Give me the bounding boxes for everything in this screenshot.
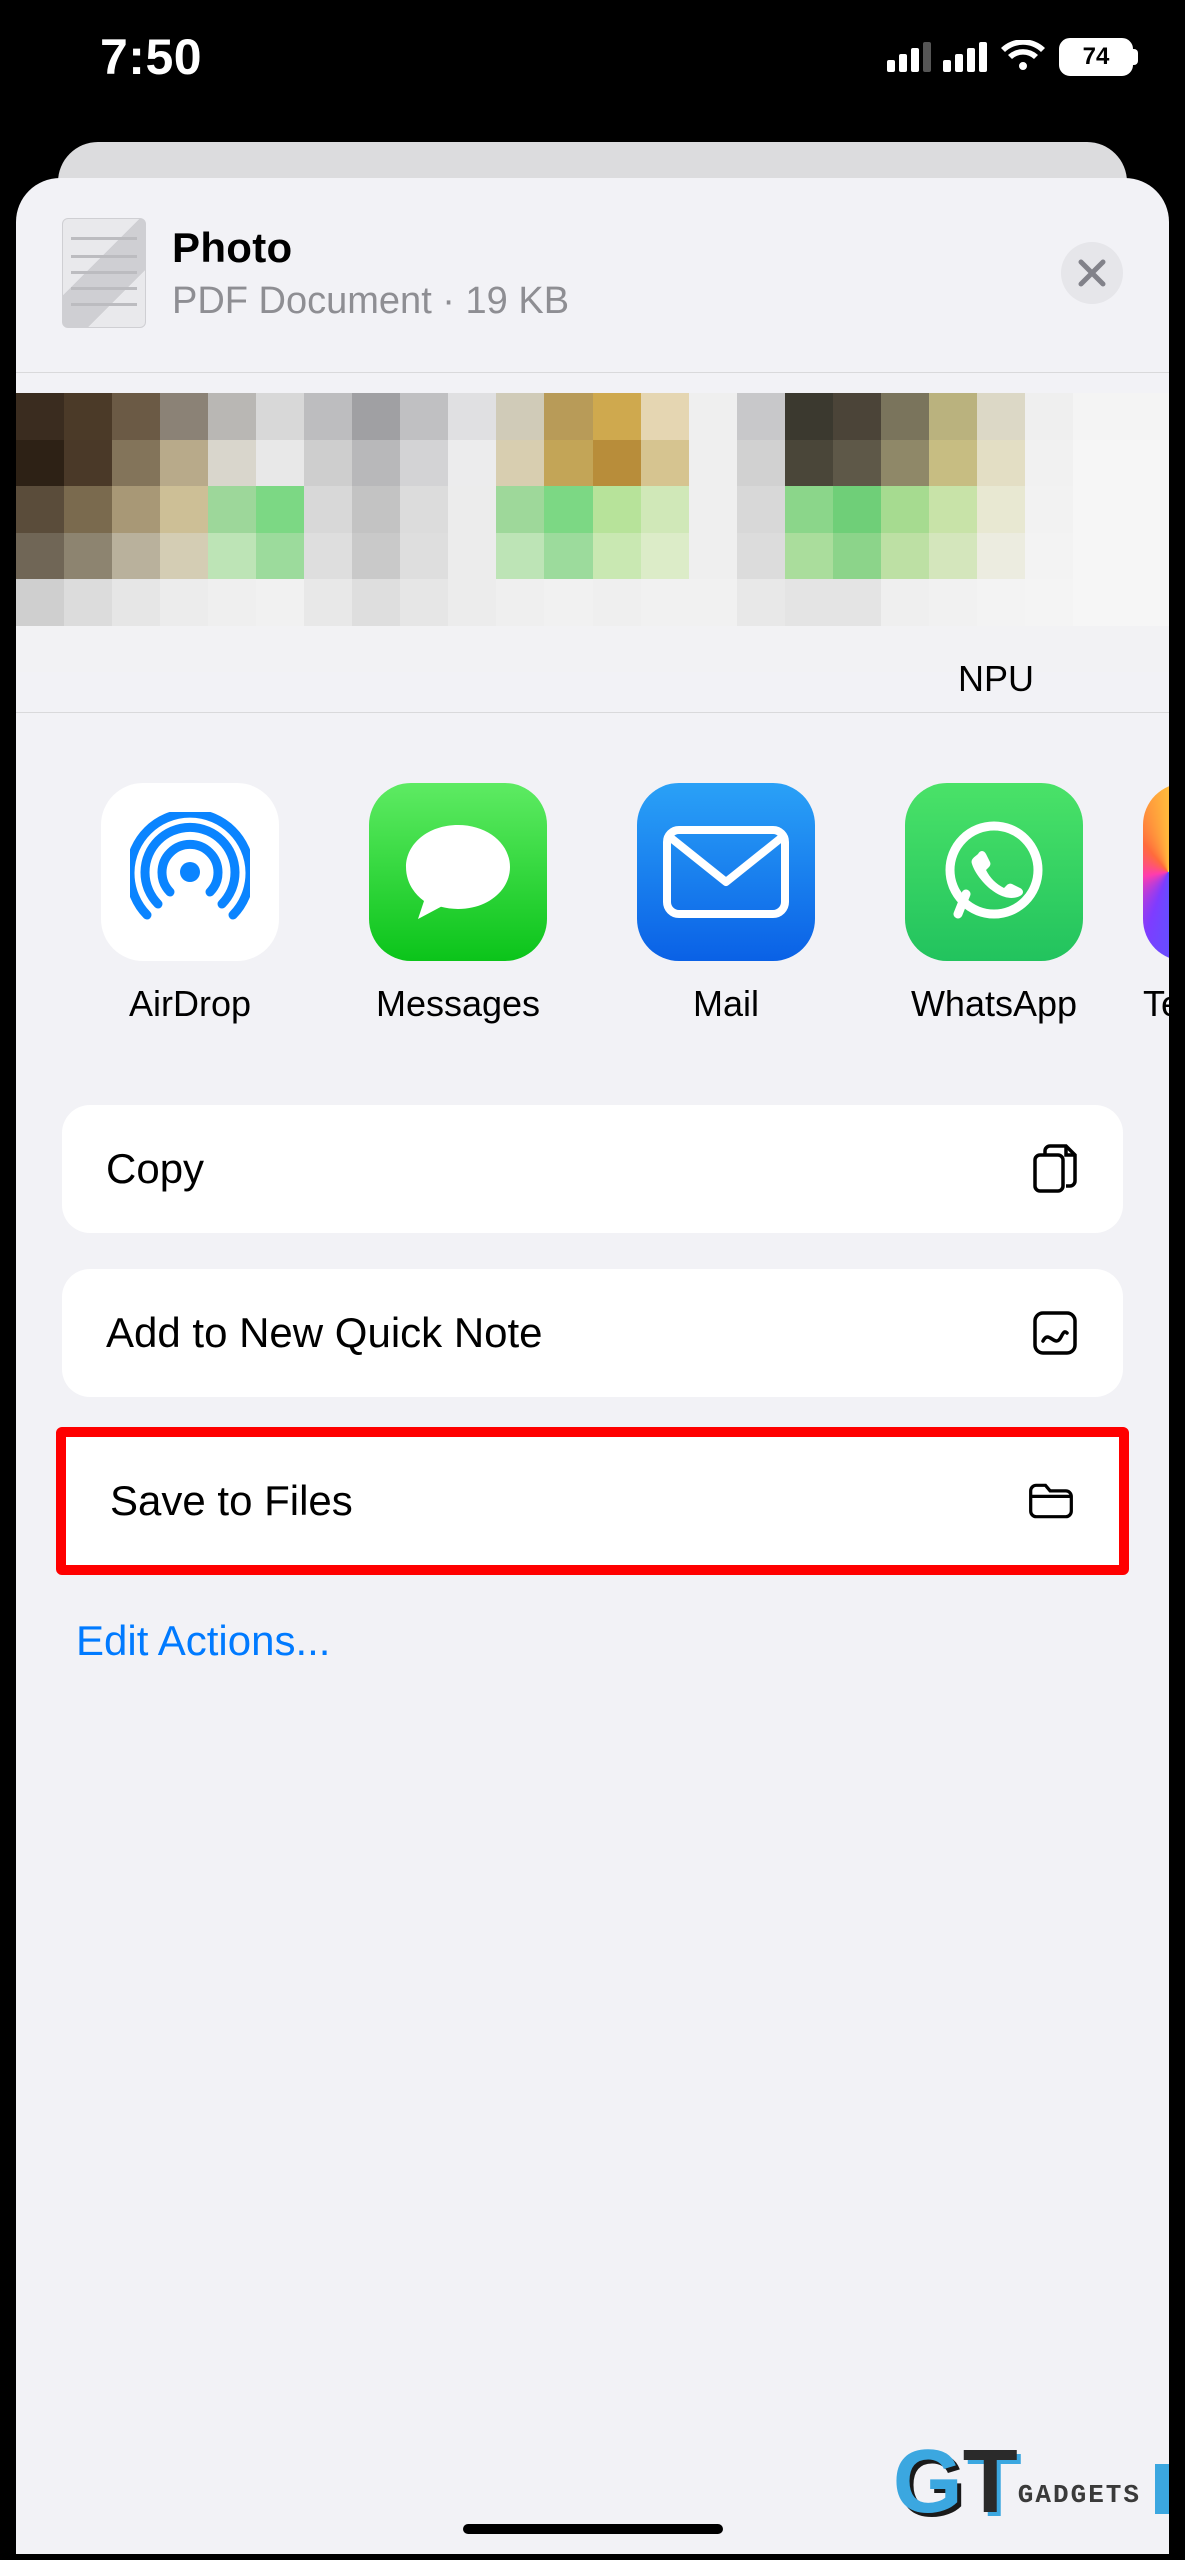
app-label: Mail [693,983,759,1025]
app-label: AirDrop [129,983,251,1025]
folder-icon [1027,1477,1075,1525]
status-bar: 7:50 74 [2,2,1183,112]
mail-icon [637,783,815,961]
action-save-to-files[interactable]: Save to Files [66,1437,1119,1565]
app-label: Te [1143,983,1169,1025]
app-label: WhatsApp [911,983,1077,1025]
app-whatsapp[interactable]: WhatsApp [860,783,1128,1025]
action-label: Copy [106,1145,204,1193]
action-copy[interactable]: Copy [62,1105,1123,1233]
share-actions: Copy Add to New Quick Note Save [16,1025,1169,1695]
share-header: Photo PDF Document · 19 KB [16,178,1169,373]
watermark: G T GADGETS [893,2451,1169,2514]
home-indicator[interactable] [463,2524,723,2534]
action-group-copy: Copy [62,1105,1123,1233]
action-group-savefiles: Save to Files [66,1437,1119,1565]
document-meta: Photo PDF Document · 19 KB [172,224,1035,323]
app-partial[interactable]: Te [1128,783,1169,1025]
airdrop-icon [101,783,279,961]
watermark-g: G [893,2451,957,2514]
app-messages[interactable]: Messages [324,783,592,1025]
action-label: Add to New Quick Note [106,1309,543,1357]
quick-note-icon [1031,1309,1079,1357]
contact-label [16,658,296,700]
watermark-t: T [963,2451,1012,2514]
contact-labels: NPU [16,658,1169,700]
action-add-quick-note[interactable]: Add to New Quick Note [62,1269,1123,1397]
app-mail[interactable]: Mail [592,783,860,1025]
copy-icon [1031,1145,1079,1193]
cellular-signal-icon [887,42,987,72]
app-airdrop[interactable]: AirDrop [56,783,324,1025]
watermark-accent [1155,2464,1169,2514]
app-label: Messages [376,983,540,1025]
status-indicators: 74 [887,38,1133,76]
whatsapp-icon [905,783,1083,961]
share-apps-row[interactable]: AirDrop Messages Mail WhatsApp [16,713,1169,1025]
battery-percent: 74 [1083,43,1110,71]
blurred-contacts [16,393,1169,672]
contact-label [576,658,856,700]
save-to-files-highlight: Save to Files [56,1427,1129,1575]
messages-icon [369,783,547,961]
wifi-icon [1001,40,1045,74]
document-subtitle: PDF Document · 19 KB [172,280,1035,323]
action-group-quicknote: Add to New Quick Note [62,1269,1123,1397]
contact-label [296,658,576,700]
watermark-text: GADGETS [1018,2480,1141,2514]
partial-app-icon [1143,783,1169,961]
contact-suggestions-row[interactable]: NPU [16,373,1169,713]
battery-icon: 74 [1059,38,1133,76]
share-sheet: Photo PDF Document · 19 KB [16,178,1169,2554]
phone-frame: 7:50 74 Photo PDF Document · 19 KB [0,0,1185,2560]
document-title: Photo [172,224,1035,272]
close-icon [1077,258,1107,288]
close-button[interactable] [1061,242,1123,304]
status-time: 7:50 [100,28,202,86]
contact-label: NPU [856,658,1136,700]
edit-actions-button[interactable]: Edit Actions... [62,1605,1123,1665]
document-thumbnail [62,218,146,328]
action-label: Save to Files [110,1477,353,1525]
